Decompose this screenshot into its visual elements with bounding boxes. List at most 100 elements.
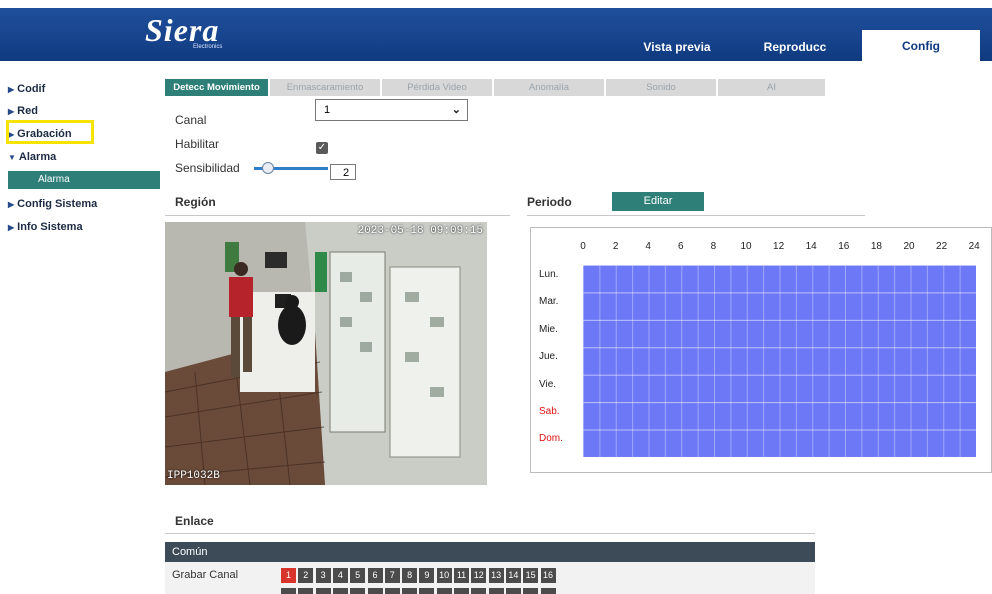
channel-box-row2[interactable] — [471, 588, 487, 594]
periodo-title: Periodo — [527, 195, 572, 209]
hour-label: 0 — [580, 241, 586, 252]
brand-subtitle: Electronics — [193, 44, 223, 50]
channel-box[interactable]: 14 — [505, 568, 521, 583]
nav-config[interactable]: Config — [862, 30, 980, 61]
channel-box[interactable]: 11 — [454, 568, 469, 583]
day-label: Mar. — [539, 296, 559, 308]
day-label: Mie. — [539, 323, 558, 335]
hour-label: 12 — [773, 241, 785, 252]
sensibilidad-value: 2 — [330, 164, 356, 180]
expand-triangle-icon: ▶ — [8, 200, 15, 209]
day-label: Vie. — [539, 378, 557, 390]
sidebar-subitem-alarma[interactable]: Alarma — [8, 171, 160, 189]
channel-box[interactable]: 15 — [523, 568, 539, 583]
expand-triangle-icon: ▶ — [8, 85, 15, 94]
tab-sonido[interactable]: Sonido — [606, 79, 716, 96]
channel-box-row2[interactable] — [402, 588, 418, 594]
channel-box-row2[interactable] — [367, 588, 383, 594]
sidebar-item-info-sistema[interactable]: ▶ Info Sistema — [8, 220, 83, 234]
tab-enmascaramiento[interactable]: Enmascaramiento — [270, 79, 380, 96]
sidebar-item-codif[interactable]: ▶ Codif — [8, 82, 45, 96]
channel-box-row2[interactable] — [540, 588, 556, 594]
channel-box-row2[interactable] — [523, 588, 539, 594]
hour-label: 4 — [645, 241, 651, 252]
sidebar-item-red[interactable]: ▶ Red — [8, 104, 38, 118]
region-divider — [165, 215, 510, 216]
hour-label: 18 — [870, 241, 882, 252]
brand-name: Siera — [145, 12, 220, 48]
camera-region-view[interactable]: 2023-05-18 09:09:15 IPP1032B — [165, 222, 487, 485]
channel-box-row2[interactable] — [488, 588, 504, 594]
siera-logo: Siera Electronics — [145, 12, 223, 54]
channel-box[interactable]: 8 — [402, 568, 418, 583]
hour-label: 2 — [612, 241, 619, 252]
sidebar-item-config-sistema[interactable]: ▶ Config Sistema — [8, 197, 97, 211]
channel-box-row2[interactable] — [315, 588, 331, 594]
tab-detecc-movimiento[interactable]: Detecc Movimiento — [165, 79, 268, 96]
channel-box[interactable]: 4 — [332, 568, 348, 583]
habilitar-checkbox[interactable]: ✓ — [316, 142, 328, 154]
grabar-canal-label: Grabar Canal — [172, 569, 239, 581]
channel-box[interactable]: 10 — [436, 568, 452, 583]
channel-box-row2[interactable] — [454, 588, 469, 594]
highlight-box — [6, 120, 94, 144]
channel-box[interactable]: 1 — [281, 568, 296, 583]
canal-value: 1 — [324, 104, 331, 116]
common-header: Común — [165, 542, 815, 562]
channel-box[interactable]: 13 — [488, 568, 504, 583]
enlace-divider — [165, 533, 815, 534]
channel-box[interactable]: 3 — [315, 568, 331, 583]
channel-box-row2[interactable] — [281, 588, 296, 594]
channel-box[interactable]: 5 — [350, 568, 366, 583]
edit-button[interactable]: Editar — [612, 192, 704, 211]
periodo-divider — [527, 215, 865, 216]
hour-label: 16 — [838, 241, 850, 252]
region-title: Región — [175, 195, 216, 209]
top-header: Siera Electronics Vista previa Reproducc… — [0, 0, 992, 61]
channel-box-row2[interactable] — [298, 588, 314, 594]
expand-triangle-icon: ▶ — [8, 223, 15, 232]
hour-label: 14 — [805, 241, 817, 252]
sensibilidad-slider-thumb[interactable] — [262, 162, 274, 174]
camera-timestamp: 2023-05-18 09:09:15 — [357, 225, 483, 237]
hour-label: 22 — [936, 241, 948, 252]
day-label: Dom. — [539, 433, 563, 445]
channel-box[interactable]: 7 — [384, 568, 400, 583]
expand-triangle-icon: ▶ — [8, 107, 15, 116]
nav-reproducc[interactable]: Reproducc — [745, 32, 845, 61]
channel-box[interactable]: 12 — [471, 568, 487, 583]
nav-vista-previa[interactable]: Vista previa — [626, 32, 728, 61]
schedule-grid[interactable] — [583, 265, 976, 457]
channel-box[interactable]: 16 — [540, 568, 556, 583]
channel-box-row2[interactable] — [384, 588, 400, 594]
tab-anomalia[interactable]: Anomalía — [494, 79, 604, 96]
channel-box-row2[interactable] — [350, 588, 366, 594]
channel-box-row2[interactable] — [332, 588, 348, 594]
channel-box-row2[interactable] — [505, 588, 521, 594]
hour-label: 24 — [968, 241, 980, 252]
enlace-title: Enlace — [175, 514, 214, 528]
chevron-down-icon: ⌄ — [451, 104, 461, 116]
channel-box[interactable]: 6 — [367, 568, 383, 583]
channel-box-row2[interactable] — [419, 588, 435, 594]
collapse-triangle-icon: ▼ — [8, 153, 16, 162]
habilitar-label: Habilitar — [175, 137, 220, 151]
sidebar-item-label: Red — [17, 105, 38, 117]
tab-perdida-video[interactable]: Pérdida Video — [382, 79, 492, 96]
sensibilidad-label: Sensibilidad — [175, 161, 240, 175]
day-label: Sab. — [539, 406, 560, 417]
hour-label: 20 — [903, 241, 915, 252]
channel-box-row2[interactable] — [436, 588, 452, 594]
hour-label: 6 — [678, 241, 684, 252]
day-label: Jue. — [539, 351, 558, 363]
hour-label: 8 — [710, 241, 717, 252]
sidebar-item-label: Info Sistema — [17, 221, 83, 233]
canal-select[interactable]: 1 ⌄ — [315, 99, 468, 121]
sidebar-item-alarma[interactable]: ▼ Alarma — [8, 150, 56, 164]
camera-snapshot-image — [165, 222, 487, 485]
sidebar-item-label: Alarma — [18, 151, 57, 163]
channel-box[interactable]: 9 — [419, 568, 435, 583]
tab-ai[interactable]: AI — [718, 79, 825, 96]
hour-label: 10 — [740, 241, 752, 252]
channel-box[interactable]: 2 — [298, 568, 314, 583]
